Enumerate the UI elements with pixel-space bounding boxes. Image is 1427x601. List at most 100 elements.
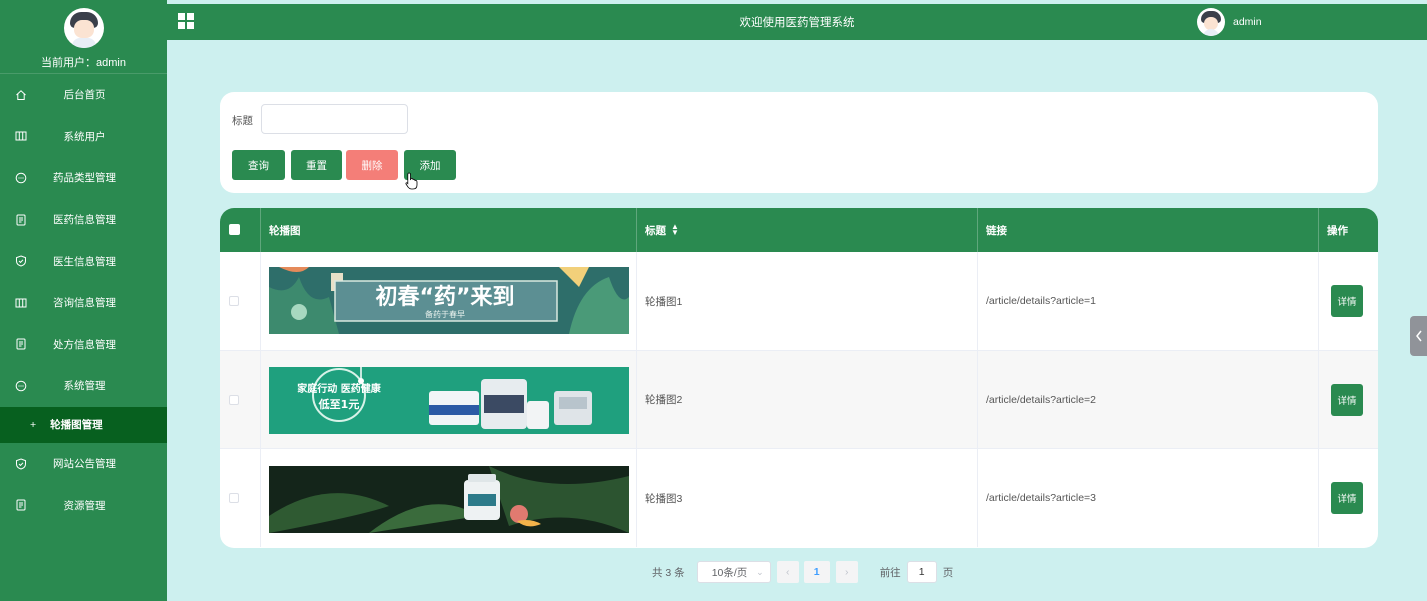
title-filter-input[interactable] <box>261 104 408 134</box>
top-user-menu[interactable]: admin <box>1197 8 1262 36</box>
sidebar-item-system-users[interactable]: 系统用户 <box>0 116 167 158</box>
link-cell: /article/details?article=1 <box>978 252 1319 350</box>
sidebar-item-announcement[interactable]: 网站公告管理 <box>0 443 167 485</box>
table-row: 轮播图3 /article/details?article=3 详情 <box>220 449 1378 548</box>
sidebar-item-label: 处方信息管理 <box>53 338 116 351</box>
pagination: 共 3 条 10条/页 ⌄ ‹ 1 › 前往 1 页 <box>652 561 953 583</box>
column-header-title[interactable]: 标题 ▲ ▼ <box>637 208 978 252</box>
title-cell: 轮播图1 <box>637 252 978 350</box>
sidebar-item-label: 轮播图管理 <box>50 419 103 432</box>
sidebar-item-medicine-info[interactable]: 医药信息管理 <box>0 199 167 241</box>
row-select-cell <box>220 252 261 350</box>
sidebar-item-label: 网站公告管理 <box>53 458 116 471</box>
document-icon <box>14 337 28 351</box>
prev-page-button[interactable]: ‹ <box>776 561 799 583</box>
sidebar-item-carousel-manage[interactable]: + 轮播图管理 <box>0 406 167 443</box>
home-icon <box>14 88 28 102</box>
sidebar-item-label: 后台首页 <box>63 89 106 102</box>
document-icon <box>14 498 28 512</box>
banner-cell: 家庭行动 医药健康 低至1元 <box>261 350 637 449</box>
sidebar-item-prescription-info[interactable]: 处方信息管理 <box>0 324 167 366</box>
next-page-button[interactable]: › <box>835 561 858 583</box>
sidebar-item-resources[interactable]: 资源管理 <box>0 484 167 526</box>
link-cell: /article/details?article=2 <box>978 350 1319 449</box>
banner-subtitle: 低至1元 <box>318 397 360 411</box>
sidebar-item-home[interactable]: 后台首页 <box>0 74 167 116</box>
columns-icon <box>14 296 28 310</box>
reset-button[interactable]: 重置 <box>291 150 342 180</box>
sidebar-item-system-manage[interactable]: 系统管理 <box>0 365 167 407</box>
row-checkbox[interactable] <box>229 296 239 306</box>
query-button[interactable]: 查询 <box>232 150 285 180</box>
column-header-label: 标题 <box>645 224 666 237</box>
collapse-panel-tab[interactable] <box>1410 316 1427 356</box>
total-count: 共 3 条 <box>652 566 685 579</box>
banner-cell: 初春“药”来到 备药于春早 <box>261 252 637 350</box>
chevron-left-icon: ‹ <box>785 566 790 578</box>
detail-button[interactable]: 详情 <box>1331 285 1363 317</box>
sidebar-item-label: 医药信息管理 <box>53 214 116 227</box>
sort-icon[interactable]: ▲ ▼ <box>671 223 679 237</box>
sidebar-item-label: 系统管理 <box>63 380 106 393</box>
banner-image <box>269 466 629 533</box>
select-all-checkbox[interactable] <box>229 224 240 235</box>
row-checkbox[interactable] <box>229 394 239 405</box>
banner-cell <box>261 449 637 547</box>
link-cell: /article/details?article=3 <box>978 449 1319 547</box>
sidebar-item-label: 医生信息管理 <box>53 255 116 268</box>
sidebar-item-label: 药品类型管理 <box>53 172 116 185</box>
top-bar: 欢迎使用医药管理系统 admin <box>167 4 1427 40</box>
table-row: 家庭行动 医药健康 低至1元 轮播图2 /article/details?art… <box>220 350 1378 449</box>
banner-image: 初春“药”来到 备药于春早 <box>269 267 629 334</box>
chevron-down-icon: ⌄ <box>756 566 764 577</box>
table-header: 轮播图 标题 ▲ ▼ 链接 操作 <box>220 208 1378 252</box>
sidebar-item-doctor-info[interactable]: 医生信息管理 <box>0 240 167 282</box>
sidebar-item-label: 系统用户 <box>63 130 106 143</box>
chevron-right-icon: › <box>844 566 849 578</box>
row-select-cell <box>220 350 261 449</box>
avatar <box>63 8 104 48</box>
detail-button[interactable]: 详情 <box>1331 482 1363 514</box>
plus-icon: + <box>30 418 37 431</box>
top-username: admin <box>1233 16 1262 28</box>
title-cell: 轮播图2 <box>637 350 978 449</box>
sidebar: 当前用户：admin 后台首页 系统用户 药品类型管理 医药信息管理 医生信息管… <box>0 0 167 601</box>
carousel-table: 轮播图 标题 ▲ ▼ 链接 操作 初春“药”来到 备药于春早 轮播图1 /art… <box>220 208 1378 548</box>
banner-image: 家庭行动 医药健康 低至1元 <box>269 366 629 434</box>
columns-icon <box>14 129 28 143</box>
chevron-left-icon <box>1415 330 1422 342</box>
document-icon <box>14 213 28 227</box>
shield-check-icon <box>14 457 28 471</box>
pointer-cursor-icon <box>405 172 418 190</box>
title-filter-label: 标题 <box>232 115 253 127</box>
sidebar-item-drug-types[interactable]: 药品类型管理 <box>0 157 167 199</box>
search-panel: 标题 查询 重置 删除 添加 <box>220 92 1378 193</box>
column-header-banner: 轮播图 <box>261 208 637 252</box>
page-number-1[interactable]: 1 <box>803 561 830 583</box>
sidebar-header: 当前用户：admin <box>0 0 167 74</box>
banner-headline: 初春“药”来到 <box>376 284 515 310</box>
sidebar-item-label: 资源管理 <box>63 499 106 512</box>
goto-label: 前往 <box>879 566 901 579</box>
column-header-actions: 操作 <box>1327 224 1348 237</box>
banner-headline: 家庭行动 医药健康 <box>297 382 381 395</box>
row-checkbox[interactable] <box>229 493 239 503</box>
shield-check-icon <box>14 254 28 268</box>
sidebar-menu: 后台首页 系统用户 药品类型管理 医药信息管理 医生信息管理 咨询信息管理 处方… <box>0 74 167 526</box>
sidebar-item-consult-info[interactable]: 咨询信息管理 <box>0 282 167 324</box>
table-row: 初春“药”来到 备药于春早 轮播图1 /article/details?arti… <box>220 252 1378 351</box>
chat-icon <box>14 379 28 393</box>
select-all-cell <box>220 208 261 252</box>
column-header-link: 链接 <box>978 208 1319 252</box>
chat-icon <box>14 171 28 185</box>
delete-button[interactable]: 删除 <box>346 150 398 180</box>
avatar <box>1197 8 1225 36</box>
detail-button[interactable]: 详情 <box>1331 383 1363 416</box>
row-select-cell <box>220 449 261 547</box>
page-unit-label: 页 <box>942 566 954 579</box>
page-size-value: 10条/页 <box>711 566 748 579</box>
sidebar-item-label: 咨询信息管理 <box>53 297 116 310</box>
goto-page-input[interactable]: 1 <box>906 561 937 583</box>
current-user-label: 当前用户：admin <box>41 57 126 69</box>
page-size-select[interactable]: 10条/页 ⌄ <box>696 561 771 583</box>
